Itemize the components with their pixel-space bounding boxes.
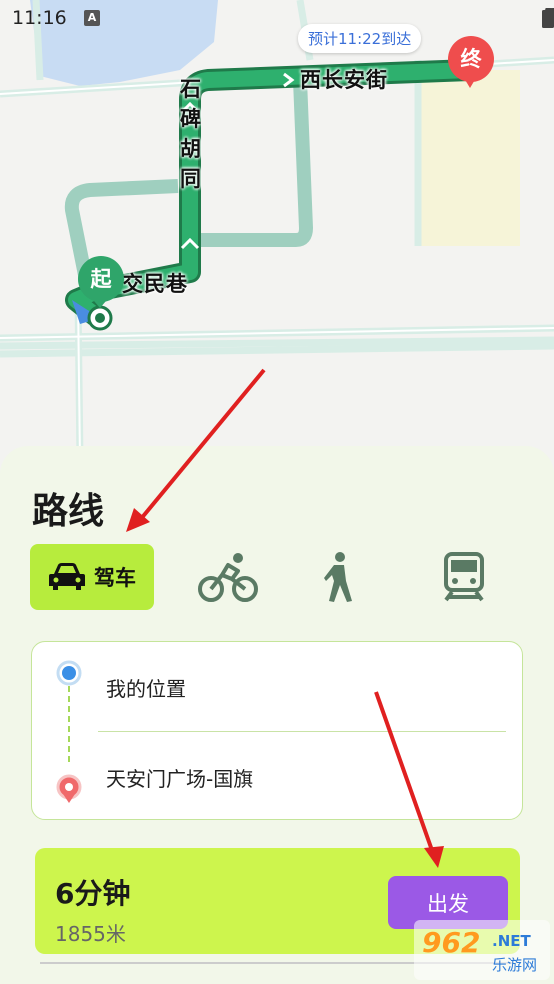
origin-field[interactable]: 我的位置 <box>106 673 186 702</box>
battery-icon <box>542 8 554 28</box>
panel-title: 路线 <box>32 491 105 532</box>
route-distance: 1855米 <box>55 922 126 946</box>
road-label-shibei: 石碑胡同 <box>180 77 202 191</box>
status-bar: 11:16 A <box>0 0 554 36</box>
train-icon <box>444 552 484 602</box>
walk-icon <box>324 552 352 602</box>
tab-drive[interactable]: 驾车 <box>30 544 154 610</box>
status-time: 11:16 <box>12 7 67 29</box>
accessibility-icon: A <box>84 10 100 26</box>
tab-train[interactable] <box>426 544 502 610</box>
road-label-west-changan: 西长安街 <box>300 68 388 92</box>
watermark-logo: 962 .NET 乐游网 <box>414 920 550 980</box>
route-panel: 路线 驾车 我的位置 天安门广场-国旗 6分钟 1855米 出发 <box>0 446 554 984</box>
route-duration: 6分钟 <box>55 877 131 910</box>
watermark-net: .NET <box>492 932 531 950</box>
watermark-num: 962 <box>422 926 481 959</box>
tab-walk[interactable] <box>300 544 378 610</box>
map-view[interactable]: 西长安街 石碑胡同 交民巷 预计11:22到达 终 起 11:16 A <box>0 0 554 460</box>
tab-drive-label: 驾车 <box>94 566 136 590</box>
destination-field[interactable]: 天安门广场-国旗 <box>106 763 253 792</box>
bicycle-icon <box>198 553 258 602</box>
travel-mode-tabs: 驾车 <box>30 544 524 610</box>
location-card: 我的位置 天安门广场-国旗 <box>31 641 523 820</box>
watermark-site: 乐游网 <box>492 956 538 974</box>
map-park <box>420 70 520 246</box>
route-connector <box>68 686 70 762</box>
tab-bicycle[interactable] <box>182 544 274 610</box>
divider <box>98 731 506 732</box>
destination-pin-icon <box>56 774 82 803</box>
start-pin-icon[interactable]: 起 <box>78 256 124 302</box>
origin-dot-icon <box>56 660 82 686</box>
end-pin-icon[interactable]: 终 <box>448 36 494 82</box>
road-label-jiaomin: 交民巷 <box>122 272 188 296</box>
car-icon <box>49 563 85 590</box>
